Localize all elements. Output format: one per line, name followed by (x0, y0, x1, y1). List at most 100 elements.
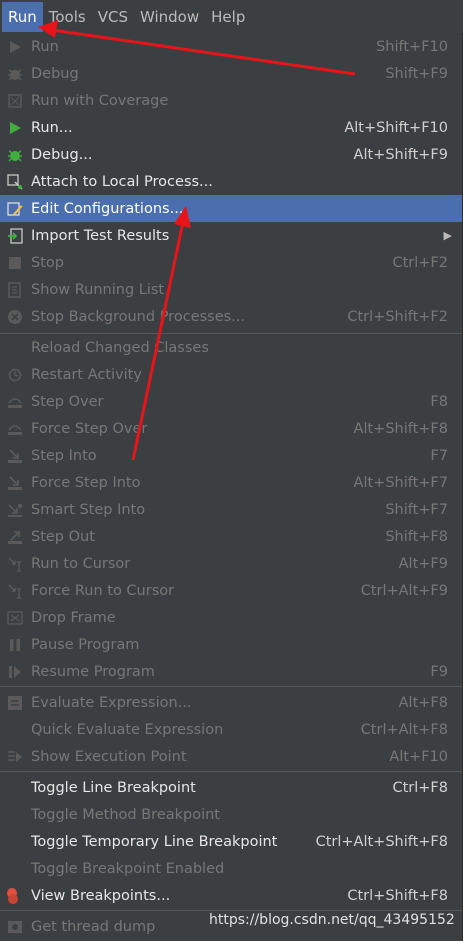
menu-item-toggle-method-breakpoint[interactable]: Toggle Method Breakpoint (0, 801, 462, 828)
menu-item-drop-frame[interactable]: Drop Frame (0, 604, 462, 631)
menu-item-label: Quick Evaluate Expression (31, 721, 224, 738)
menubar-help[interactable]: Help (205, 2, 251, 32)
coverage-icon (6, 92, 24, 110)
menu-item-label: Stop Background Processes... (31, 308, 245, 325)
menu-item-stop[interactable]: Stop Ctrl+F2 (0, 249, 462, 276)
menu-item-label: Evaluate Expression... (31, 694, 192, 711)
menu-item-view-breakpoints[interactable]: View Breakpoints... Ctrl+Shift+F8 (0, 882, 462, 909)
force-step-over-icon (6, 420, 24, 438)
menu-item-shortcut: Ctrl+Alt+Shift+F8 (315, 833, 448, 850)
menu-item-label: View Breakpoints... (31, 887, 171, 904)
menu-item-step-into[interactable]: Step Into F7 (0, 442, 462, 469)
menu-item-debug[interactable]: Debug Shift+F9 (0, 60, 462, 87)
menu-item-resume-program[interactable]: Resume Program F9 (0, 658, 462, 685)
force-step-into-icon (6, 474, 24, 492)
restart-icon (6, 366, 24, 384)
stop-bg-icon (6, 308, 24, 326)
menu-item-label: Drop Frame (31, 609, 116, 626)
menu-item-run-with-coverage[interactable]: Run with Coverage (0, 87, 462, 114)
menu-item-shortcut: F8 (430, 393, 448, 410)
menu-item-force-step-over[interactable]: Force Step Over Alt+Shift+F8 (0, 415, 462, 442)
menu-item-label: Import Test Results (31, 227, 170, 244)
menu-item-label: Stop (31, 254, 64, 271)
menu-item-shortcut: Alt+Shift+F7 (353, 474, 448, 491)
menu-item-pause-program[interactable]: Pause Program (0, 631, 462, 658)
menu-item-run-dialog[interactable]: Run... Alt+Shift+F10 (0, 114, 462, 141)
menu-item-show-execution-point[interactable]: Show Execution Point Alt+F10 (0, 743, 462, 770)
menu-item-label: Smart Step Into (31, 501, 146, 518)
resume-icon (6, 663, 24, 681)
menu-item-attach-to-local-process[interactable]: Attach to Local Process... (0, 168, 462, 195)
menu-item-edit-configurations[interactable]: Edit Configurations... (0, 195, 462, 222)
drop-frame-icon (6, 609, 24, 627)
menu-bar: Run Tools VCS Window Help (0, 0, 463, 33)
menu-item-label: Run with Coverage (31, 92, 169, 109)
menu-item-label: Force Step Over (31, 420, 148, 437)
menu-separator (0, 910, 462, 911)
execution-point-icon (6, 748, 24, 766)
list-icon (6, 281, 24, 299)
thread-dump-icon (6, 918, 24, 936)
attach-icon (6, 173, 24, 191)
pause-icon (6, 636, 24, 654)
menu-item-debug-dialog[interactable]: Debug... Alt+Shift+F9 (0, 141, 462, 168)
menu-item-label: Attach to Local Process... (31, 173, 213, 190)
menu-item-label: Debug... (31, 146, 93, 163)
menubar-run[interactable]: Run (2, 1, 43, 32)
menu-item-run-to-cursor[interactable]: Run to Cursor Alt+F9 (0, 550, 462, 577)
menu-item-smart-step-into[interactable]: Smart Step Into Shift+F7 (0, 496, 462, 523)
menubar-vcs[interactable]: VCS (92, 2, 134, 32)
menu-item-restart-activity[interactable]: Restart Activity (0, 361, 462, 388)
menu-item-label: Resume Program (31, 663, 155, 680)
menu-item-toggle-line-breakpoint[interactable]: Toggle Line Breakpoint Ctrl+F8 (0, 774, 462, 801)
play-icon (6, 38, 24, 56)
menu-item-shortcut: Ctrl+F8 (392, 779, 448, 796)
menu-item-label: Toggle Breakpoint Enabled (31, 860, 225, 877)
menu-item-step-over[interactable]: Step Over F8 (0, 388, 462, 415)
menu-item-label: Force Step Into (31, 474, 141, 491)
step-out-icon (6, 528, 24, 546)
menu-item-run[interactable]: Run Shift+F10 (0, 33, 462, 60)
breakpoints-icon (6, 887, 24, 905)
menu-item-shortcut: F7 (430, 447, 448, 464)
bug-icon (6, 146, 24, 164)
menu-item-label: Edit Configurations... (31, 200, 184, 217)
menu-item-label: Toggle Line Breakpoint (31, 779, 196, 796)
menu-item-force-step-into[interactable]: Force Step Into Alt+Shift+F7 (0, 469, 462, 496)
menu-item-label: Toggle Temporary Line Breakpoint (31, 833, 278, 850)
menu-item-stop-background-processes[interactable]: Stop Background Processes... Ctrl+Shift+… (0, 303, 462, 330)
menu-item-shortcut: Alt+F10 (389, 748, 448, 765)
menu-item-step-out[interactable]: Step Out Shift+F8 (0, 523, 462, 550)
menu-item-shortcut: Alt+Shift+F8 (353, 420, 448, 437)
menu-item-label: Step Out (31, 528, 95, 545)
menu-item-label: Toggle Method Breakpoint (31, 806, 220, 823)
submenu-arrow-icon: ▶ (443, 229, 452, 242)
menu-item-reload-changed-classes[interactable]: Reload Changed Classes (0, 334, 462, 361)
menu-item-quick-evaluate-expression[interactable]: Quick Evaluate Expression Ctrl+Alt+F8 (0, 716, 462, 743)
menu-item-shortcut: Ctrl+F2 (392, 254, 448, 271)
menu-separator (0, 686, 462, 687)
menu-item-label: Run to Cursor (31, 555, 131, 572)
menu-item-shortcut: Ctrl+Shift+F8 (347, 887, 448, 904)
menu-item-toggle-breakpoint-enabled[interactable]: Toggle Breakpoint Enabled (0, 855, 462, 882)
menu-item-label: Restart Activity (31, 366, 142, 383)
menubar-window[interactable]: Window (134, 2, 205, 32)
menu-item-import-test-results[interactable]: Import Test Results ▶ (0, 222, 462, 249)
menu-item-evaluate-expression[interactable]: Evaluate Expression... Alt+F8 (0, 689, 462, 716)
step-into-icon (6, 447, 24, 465)
menu-item-shortcut: Shift+F10 (376, 38, 448, 55)
menu-item-label: Show Execution Point (31, 748, 187, 765)
evaluate-icon (6, 694, 24, 712)
menu-item-toggle-temporary-line-breakpoint[interactable]: Toggle Temporary Line Breakpoint Ctrl+Al… (0, 828, 462, 855)
import-icon (6, 227, 24, 245)
menu-item-shortcut: Alt+F9 (398, 555, 448, 572)
menu-item-shortcut: Alt+Shift+F9 (353, 146, 448, 163)
menubar-tools[interactable]: Tools (43, 2, 92, 32)
menu-item-shortcut: Ctrl+Shift+F2 (347, 308, 448, 325)
step-over-icon (6, 393, 24, 411)
menu-item-label: Force Run to Cursor (31, 582, 175, 599)
watermark: https://blog.csdn.net/qq_43495152 (209, 912, 455, 928)
menu-item-show-running-list[interactable]: Show Running List (0, 276, 462, 303)
menu-item-force-run-to-cursor[interactable]: Force Run to Cursor Ctrl+Alt+F9 (0, 577, 462, 604)
menu-item-label: Run... (31, 119, 73, 136)
